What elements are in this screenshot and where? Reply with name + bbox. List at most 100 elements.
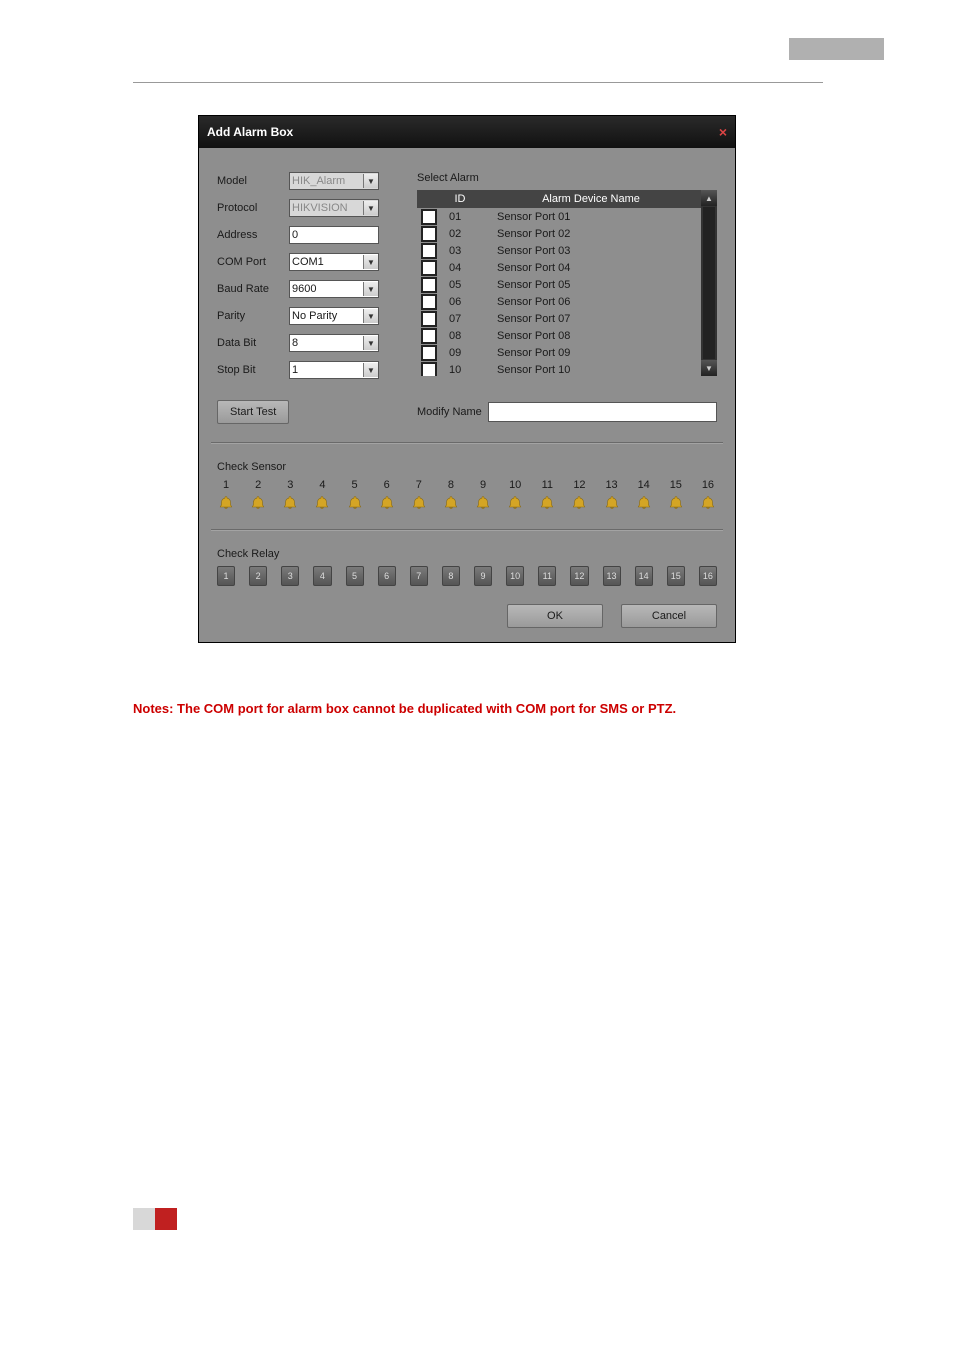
sensor-number: 8: [448, 479, 454, 491]
checkbox[interactable]: [421, 311, 437, 327]
sensor-item[interactable]: 14: [635, 479, 653, 511]
close-icon[interactable]: ×: [719, 124, 727, 140]
protocol-select[interactable]: HIKVISION ▼: [289, 199, 379, 217]
checkbox[interactable]: [421, 362, 437, 377]
stopbit-label: Stop Bit: [217, 364, 289, 376]
bell-icon: [700, 495, 716, 511]
sensor-number: 15: [670, 479, 682, 491]
table-row[interactable]: 01Sensor Port 01: [417, 208, 717, 225]
table-row[interactable]: 07Sensor Port 07: [417, 310, 717, 327]
table-row[interactable]: 05Sensor Port 05: [417, 276, 717, 293]
sensor-item[interactable]: 4: [313, 479, 331, 511]
sensor-item[interactable]: 12: [570, 479, 588, 511]
divider: [211, 442, 723, 443]
sensor-item[interactable]: 9: [474, 479, 492, 511]
bell-icon: [411, 495, 427, 511]
table-row[interactable]: 04Sensor Port 04: [417, 259, 717, 276]
cell-id: 02: [439, 228, 491, 240]
scroll-down-icon[interactable]: ▼: [701, 360, 717, 376]
cell-id: 07: [439, 313, 491, 325]
relay-button[interactable]: 13: [603, 566, 621, 586]
checkbox[interactable]: [421, 226, 437, 242]
ok-button[interactable]: OK: [507, 604, 603, 628]
checkbox[interactable]: [421, 243, 437, 259]
sensor-item[interactable]: 8: [442, 479, 460, 511]
sensor-item[interactable]: 7: [410, 479, 428, 511]
model-value: HIK_Alarm: [292, 175, 345, 187]
sensor-number: 5: [352, 479, 358, 491]
sensor-item[interactable]: 3: [281, 479, 299, 511]
scroll-up-icon[interactable]: ▲: [701, 190, 717, 206]
table-row[interactable]: 03Sensor Port 03: [417, 242, 717, 259]
relay-button[interactable]: 6: [378, 566, 396, 586]
scroll-thumb[interactable]: [703, 207, 715, 359]
bell-icon: [218, 495, 234, 511]
sensor-item[interactable]: 2: [249, 479, 267, 511]
checkbox[interactable]: [421, 294, 437, 310]
relay-button[interactable]: 10: [506, 566, 524, 586]
bell-icon: [250, 495, 266, 511]
notes-text: Notes: The COM port for alarm box cannot…: [133, 700, 823, 718]
comport-value: COM1: [292, 256, 324, 268]
cell-id: 04: [439, 262, 491, 274]
table-row[interactable]: 10Sensor Port 10: [417, 361, 717, 376]
start-test-button[interactable]: Start Test: [217, 400, 289, 424]
cell-id: 01: [439, 211, 491, 223]
checkbox[interactable]: [421, 260, 437, 276]
baudrate-value: 9600: [292, 283, 316, 295]
sensor-item[interactable]: 6: [378, 479, 396, 511]
relay-button[interactable]: 11: [538, 566, 556, 586]
relay-button[interactable]: 3: [281, 566, 299, 586]
sensor-number: 11: [542, 479, 553, 491]
comport-select[interactable]: COM1 ▼: [289, 253, 379, 271]
relay-button[interactable]: 9: [474, 566, 492, 586]
checkbox[interactable]: [421, 328, 437, 344]
relay-button[interactable]: 5: [346, 566, 364, 586]
relay-button[interactable]: 8: [442, 566, 460, 586]
relay-button[interactable]: 2: [249, 566, 267, 586]
cell-id: 10: [439, 364, 491, 376]
checkbox[interactable]: [421, 345, 437, 361]
checkbox[interactable]: [421, 277, 437, 293]
sensor-item[interactable]: 5: [346, 479, 364, 511]
model-select[interactable]: HIK_Alarm ▼: [289, 172, 379, 190]
parity-select[interactable]: No Parity ▼: [289, 307, 379, 325]
cell-name: Sensor Port 04: [491, 262, 701, 274]
cancel-button[interactable]: Cancel: [621, 604, 717, 628]
cell-id: 08: [439, 330, 491, 342]
baudrate-label: Baud Rate: [217, 283, 289, 295]
baudrate-select[interactable]: 9600 ▼: [289, 280, 379, 298]
bell-icon: [379, 495, 395, 511]
relay-button[interactable]: 16: [699, 566, 717, 586]
table-row[interactable]: 02Sensor Port 02: [417, 225, 717, 242]
sensor-item[interactable]: 15: [667, 479, 685, 511]
scrollbar[interactable]: ▲ ▼: [701, 190, 717, 376]
databit-value: 8: [292, 337, 298, 349]
relay-button[interactable]: 1: [217, 566, 235, 586]
sensor-item[interactable]: 11: [538, 479, 556, 511]
sensor-item[interactable]: 16: [699, 479, 717, 511]
table-row[interactable]: 09Sensor Port 09: [417, 344, 717, 361]
modify-name-input[interactable]: [488, 402, 717, 422]
bell-icon: [443, 495, 459, 511]
cell-name: Sensor Port 07: [491, 313, 701, 325]
relay-button[interactable]: 14: [635, 566, 653, 586]
databit-select[interactable]: 8 ▼: [289, 334, 379, 352]
address-input[interactable]: 0: [289, 226, 379, 244]
cell-name: Sensor Port 02: [491, 228, 701, 240]
bell-icon: [347, 495, 363, 511]
relay-button[interactable]: 7: [410, 566, 428, 586]
sensor-number: 12: [573, 479, 585, 491]
table-row[interactable]: 08Sensor Port 08: [417, 327, 717, 344]
sensor-item[interactable]: 10: [506, 479, 524, 511]
stopbit-select[interactable]: 1 ▼: [289, 361, 379, 379]
relay-button[interactable]: 12: [570, 566, 588, 586]
relay-button[interactable]: 4: [313, 566, 331, 586]
sensor-item[interactable]: 13: [603, 479, 621, 511]
table-row[interactable]: 06Sensor Port 06: [417, 293, 717, 310]
cell-name: Sensor Port 10: [491, 364, 701, 376]
sensor-item[interactable]: 1: [217, 479, 235, 511]
relay-button[interactable]: 15: [667, 566, 685, 586]
cell-name: Sensor Port 09: [491, 347, 701, 359]
checkbox[interactable]: [421, 209, 437, 225]
